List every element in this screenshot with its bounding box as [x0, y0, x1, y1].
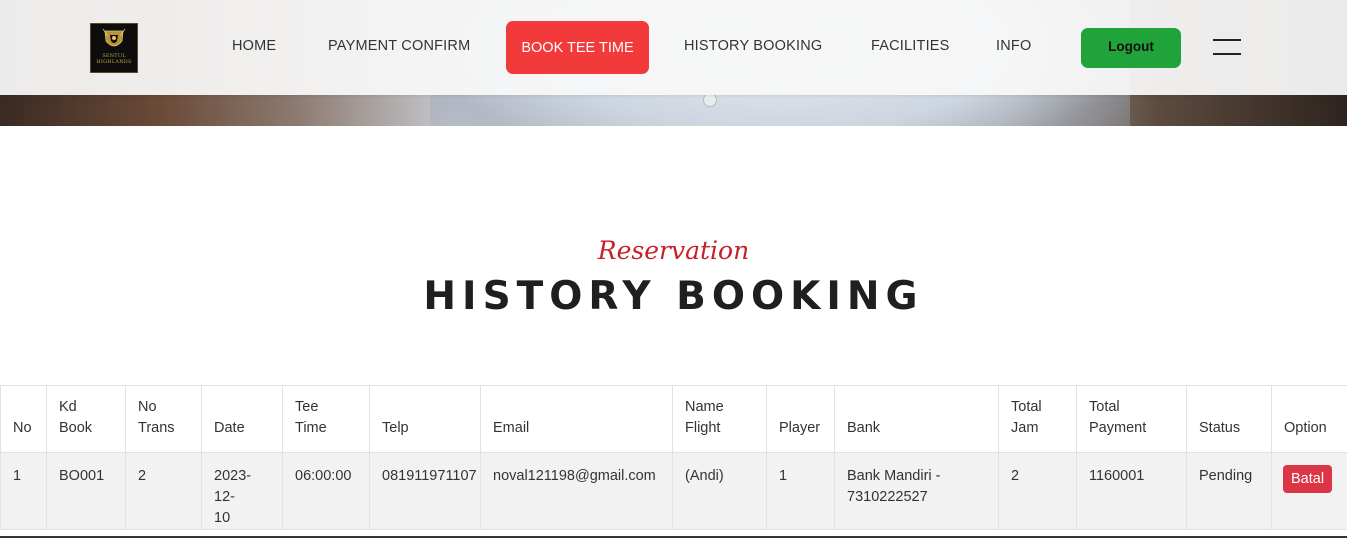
- batal-button[interactable]: Batal: [1283, 465, 1333, 493]
- col-header-no: No: [0, 385, 47, 453]
- col-header-telp: Telp: [369, 385, 481, 453]
- col-header-kd-book: Kd Book: [46, 385, 126, 453]
- col-header-player: Player: [766, 385, 835, 453]
- cell-name-flight: (Andi): [672, 452, 767, 530]
- site-header: SENTUL HIGHLANDS HOME PAYMENT CONFIRM BO…: [0, 0, 1347, 95]
- cell-no-trans: 2: [125, 452, 202, 530]
- nav-facilities[interactable]: FACILITIES: [871, 38, 950, 54]
- table-header-row: No Kd Book No Trans Date Tee Time Telp Emai…: [0, 385, 1347, 453]
- hero-image-detail: [703, 93, 717, 107]
- nav-payment-confirm[interactable]: PAYMENT CONFIRM: [328, 38, 470, 54]
- col-header-email: Email: [480, 385, 673, 453]
- cell-telp: 081911971107: [369, 452, 481, 530]
- cell-bank: Bank Mandiri -7310222527: [834, 452, 999, 530]
- col-header-total-payment: Total Payment: [1076, 385, 1187, 453]
- section-subtitle: Reservation: [597, 236, 750, 265]
- history-booking-table: No Kd Book No Trans Date Tee Time Telp Emai…: [0, 385, 1347, 530]
- col-header-status: Status: [1186, 385, 1272, 453]
- col-header-option: Option: [1271, 385, 1347, 453]
- cell-total-payment: 1160001: [1076, 452, 1187, 530]
- cell-status: Pending: [1186, 452, 1272, 530]
- table-row: 1 BO001 2 2023-12- 10 06:00:00 0819119711…: [0, 452, 1347, 530]
- history-table-container: No Kd Book No Trans Date Tee Time Telp Emai…: [0, 385, 1347, 530]
- nav-home[interactable]: HOME: [232, 38, 276, 54]
- cell-date: 2023-12- 10: [201, 452, 283, 530]
- col-header-bank: Bank: [834, 385, 999, 453]
- cell-kd-book: BO001: [46, 452, 126, 530]
- cell-player: 1: [766, 452, 835, 530]
- logout-button[interactable]: Logout: [1081, 28, 1181, 68]
- col-header-name-flight: Name Flight: [672, 385, 767, 453]
- cell-total-jam: 2: [998, 452, 1077, 530]
- cell-no: 1: [0, 452, 47, 530]
- page-title: HISTORY BOOKING: [423, 274, 924, 319]
- hamburger-icon[interactable]: [1213, 38, 1241, 56]
- col-header-tee-time: Tee Time: [282, 385, 370, 453]
- col-header-date: Date: [201, 385, 283, 453]
- col-header-total-jam: Total Jam: [998, 385, 1077, 453]
- col-header-no-trans: No Trans: [125, 385, 202, 453]
- nav-info[interactable]: INFO: [996, 38, 1031, 54]
- cell-tee-time: 06:00:00: [282, 452, 370, 530]
- nav-history-booking[interactable]: HISTORY BOOKING: [684, 38, 822, 54]
- cell-option: Batal: [1271, 452, 1347, 530]
- nav-book-tee-time[interactable]: BOOK TEE TIME: [506, 21, 649, 74]
- cell-email: noval121198@gmail.com: [480, 452, 673, 530]
